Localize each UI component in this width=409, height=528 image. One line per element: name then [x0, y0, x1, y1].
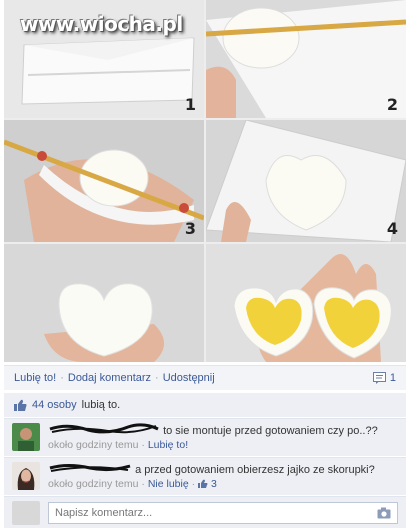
comment-text: a przed gotowaniem obierzesz jajko ze sk… [135, 464, 375, 476]
comment-like-count[interactable]: 3 [211, 478, 217, 490]
likes-summary: 44 osoby lubią to. [4, 393, 406, 417]
halved-heart-egg-panel [206, 244, 406, 362]
shaped-egg-illustration [206, 120, 406, 242]
avatar [12, 500, 40, 525]
halved-heart-eggs-illustration [206, 244, 406, 362]
comment-icon [372, 372, 386, 384]
step-3-panel: 3 [4, 120, 204, 242]
step-number: 4 [386, 219, 398, 238]
step-number: 3 [184, 219, 196, 238]
likes-text: lubią to. [81, 399, 121, 411]
comment-unlike-button[interactable]: Nie lubię [148, 478, 189, 490]
heart-egg-illustration [4, 244, 204, 362]
thumbs-up-icon [198, 479, 208, 488]
thumbs-up-icon [14, 399, 27, 411]
comment-author-redacted[interactable] [48, 464, 135, 476]
step-2-panel: 2 [206, 0, 406, 118]
avatar[interactable] [12, 423, 40, 451]
comment-author-redacted[interactable] [48, 423, 163, 437]
camera-icon[interactable] [377, 507, 391, 519]
comment-input[interactable] [55, 506, 377, 519]
comment-count[interactable]: 1 [372, 372, 396, 384]
add-comment-button[interactable]: Dodaj komentarz [68, 372, 151, 384]
comment-composer [4, 496, 406, 528]
comment-count-value: 1 [389, 372, 396, 384]
watermark: www.wiocha.pl [20, 12, 183, 36]
comment-like-button[interactable]: Lubię to! [148, 439, 188, 451]
step-number: 2 [386, 95, 398, 114]
step-number: 1 [184, 95, 196, 114]
comment-input-box[interactable] [48, 501, 398, 524]
comment-item: to sie montuje przed gotowaniem czy po..… [4, 418, 406, 456]
comment-text: to sie montuje przed gotowaniem czy po..… [163, 425, 378, 437]
like-button[interactable]: Lubię to! [14, 372, 56, 384]
redaction-scribble [49, 464, 131, 472]
step-4-panel: 4 [206, 120, 406, 242]
post-actions-bar: Lubię to! · Dodaj komentarz · Udostępnij… [4, 365, 406, 390]
heart-egg-panel [4, 244, 204, 362]
avatar[interactable] [12, 462, 40, 490]
share-button[interactable]: Udostępnij [163, 372, 215, 384]
comment-item: a przed gotowaniem obierzesz jajko ze sk… [4, 457, 406, 495]
pressing-egg-illustration [4, 120, 204, 242]
comment-time: około godziny temu [48, 478, 139, 490]
redaction-scribble [49, 423, 159, 434]
likes-count-link[interactable]: 44 osoby [32, 399, 77, 411]
egg-and-chopstick-illustration [206, 0, 406, 118]
comment-time: około godziny temu [48, 439, 139, 451]
heart-egg-photo[interactable]: www.wiocha.pl 1 2 3 4 [4, 0, 406, 362]
